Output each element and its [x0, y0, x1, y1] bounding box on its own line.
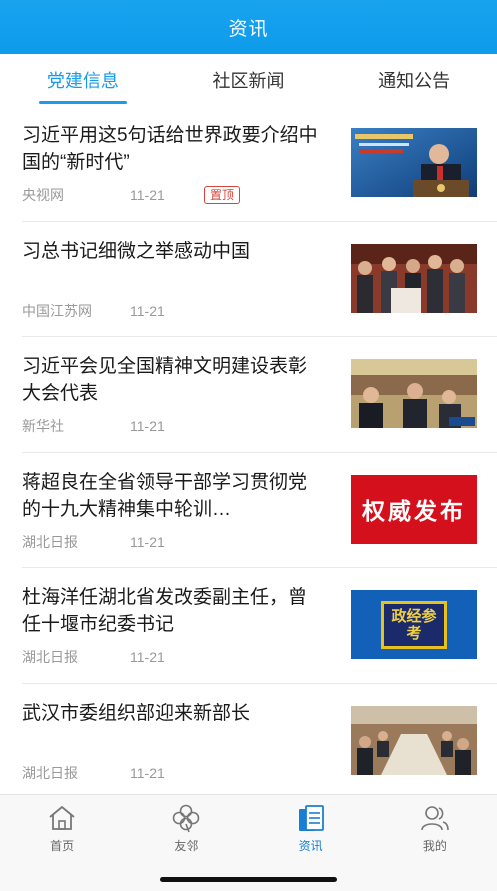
tabbar-label: 首页: [50, 839, 75, 853]
authority-release-banner-text: 权威发布: [362, 498, 466, 524]
news-meta: 新华社 11-21: [22, 416, 204, 436]
tabbar-label: 友邻: [174, 839, 199, 853]
politics-economy-banner-text: 政经参考: [391, 607, 437, 642]
tabbar-mine[interactable]: 我的: [373, 795, 497, 857]
tab-party-building[interactable]: 党建信息: [0, 54, 166, 106]
news-source: 湖北日报: [22, 764, 78, 781]
news-thumbnail: [351, 705, 477, 775]
app-header: 资讯: [0, 0, 497, 54]
user-icon: [421, 806, 449, 831]
news-meta: 湖北日报 11-21: [22, 647, 204, 667]
page-title: 资讯: [228, 18, 269, 40]
news-thumbnail: [351, 243, 477, 313]
home-indicator[interactable]: [160, 877, 337, 882]
news-title: 习近平会见全国精神文明建设表彰大会代表: [22, 356, 308, 404]
tabbar-label: 我的: [422, 839, 447, 853]
tabbar-news[interactable]: 资讯: [249, 795, 373, 857]
tabbar-label: 资讯: [298, 839, 323, 853]
news-thumbnail: 政经参考: [351, 590, 477, 659]
clover-icon: [173, 804, 200, 833]
tabbar-home[interactable]: 首页: [0, 795, 124, 857]
news-thumbnail: 权威发布: [351, 474, 477, 544]
news-source: 中国江苏网: [22, 302, 92, 319]
news-title: 习总书记细微之举感动中国: [22, 240, 251, 262]
news-date: 11-21: [130, 533, 165, 550]
tab-notices[interactable]: 通知公告: [331, 54, 497, 106]
news-list: 习近平用这5句话给世界政要介绍中国的“新时代” 央视网 11-21 置顶 习总书…: [0, 106, 497, 799]
news-title: 蒋超良在全省领导干部学习贯彻党的十九大精神集中轮训…: [22, 471, 308, 520]
bottom-tab-bar: 首页 友邻 资讯 我的: [0, 794, 497, 891]
news-title: 杜海洋任湖北省发改委副主任，曾任十堰市纪委书记: [22, 587, 308, 635]
home-icon: [49, 806, 75, 830]
news-date: 11-21: [130, 649, 165, 665]
news-date: 11-21: [130, 187, 165, 203]
news-title: 习近平用这5句话给世界政要介绍中国的“新时代”: [22, 125, 318, 173]
category-tabs: 党建信息 社区新闻 通知公告: [0, 54, 497, 106]
news-item[interactable]: 习近平用这5句话给世界政要介绍中国的“新时代” 央视网 11-21 置顶: [22, 106, 497, 222]
news-source: 新华社: [22, 418, 64, 434]
news-source: 央视网: [22, 187, 64, 203]
tab-label: 社区新闻: [212, 71, 285, 91]
tab-label: 通知公告: [378, 71, 451, 91]
news-item[interactable]: 蒋超良在全省领导干部学习贯彻党的十九大精神集中轮训… 湖北日报 11-21 权威…: [22, 453, 497, 568]
news-source: 湖北日报: [22, 533, 78, 550]
news-meta: 央视网 11-21 置顶: [22, 185, 241, 205]
news-source: 湖北日报: [22, 649, 78, 665]
news-date: 11-21: [130, 302, 165, 319]
news-item[interactable]: 习近平会见全国精神文明建设表彰大会代表 新华社 11-21: [22, 337, 497, 453]
tab-label: 党建信息: [46, 71, 119, 91]
news-meta: 中国江苏网 11-21: [22, 301, 204, 321]
news-icon: [298, 805, 324, 831]
news-title: 武汉市委组织部迎来新部长: [22, 702, 251, 724]
news-meta: 湖北日报 11-21: [22, 763, 204, 783]
news-date: 11-21: [130, 764, 165, 781]
news-item[interactable]: 武汉市委组织部迎来新部长 湖北日报 11-21: [22, 684, 497, 800]
news-thumbnail: [351, 128, 477, 197]
news-date: 11-21: [130, 418, 165, 434]
news-thumbnail: [351, 359, 477, 428]
tabbar-neighbors[interactable]: 友邻: [124, 795, 248, 857]
tab-community-news[interactable]: 社区新闻: [166, 54, 332, 106]
pinned-badge: 置顶: [204, 186, 241, 204]
news-item[interactable]: 习总书记细微之举感动中国 中国江苏网 11-21: [22, 222, 497, 337]
news-item[interactable]: 杜海洋任湖北省发改委副主任，曾任十堰市纪委书记 湖北日报 11-21 政经参考: [22, 568, 497, 684]
news-meta: 湖北日报 11-21: [22, 532, 204, 552]
